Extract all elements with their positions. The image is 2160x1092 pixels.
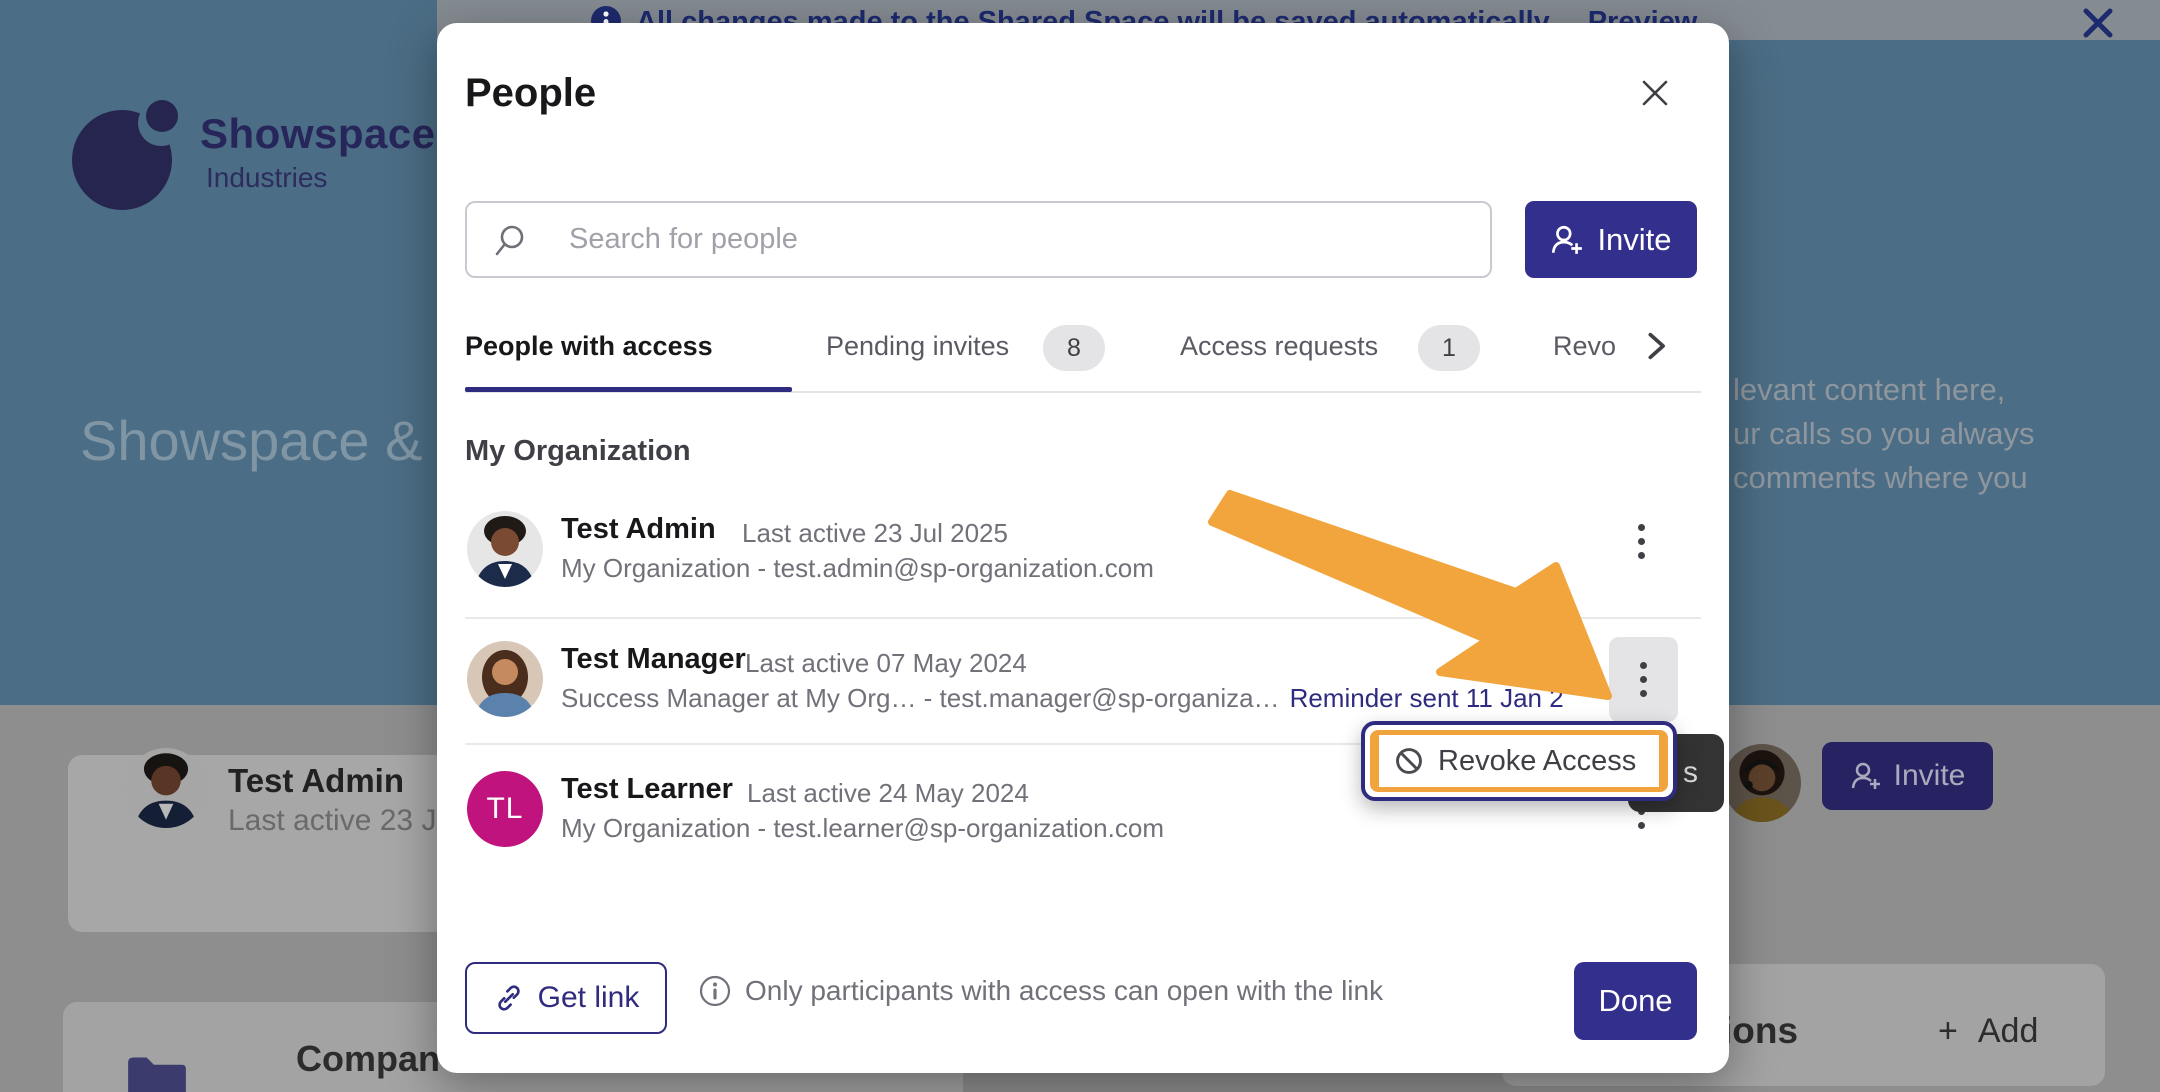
people-modal: People Invite People with access Pending… bbox=[437, 23, 1729, 1073]
info-icon bbox=[699, 975, 731, 1007]
modal-title: People bbox=[465, 71, 596, 116]
footer-note-text: Only participants with access can open w… bbox=[745, 975, 1383, 1007]
person-last-active: Last active 24 May 2024 bbox=[747, 778, 1029, 809]
get-link-button[interactable]: Get link bbox=[465, 962, 667, 1034]
plus-icon: + bbox=[1938, 1012, 1958, 1051]
person-name: Test Admin bbox=[561, 513, 716, 546]
access-requests-badge: 1 bbox=[1418, 325, 1480, 371]
invite-label: Invite bbox=[1597, 222, 1671, 258]
hero-description-fragment: levant content here, ur calls so you alw… bbox=[1733, 368, 2035, 500]
search-box bbox=[465, 201, 1492, 278]
avatar-test-manager bbox=[467, 641, 543, 717]
chevron-right-icon[interactable] bbox=[1639, 326, 1673, 371]
row-actions-menu: Revoke Access bbox=[1361, 721, 1677, 801]
avatar-initials: TL bbox=[486, 792, 523, 826]
person-detail: My Organization - test.admin@sp-organiza… bbox=[561, 553, 1154, 584]
person-detail-row: Success Manager at My Org… - test.manage… bbox=[561, 683, 1564, 714]
modal-close-icon[interactable] bbox=[1637, 75, 1673, 111]
search-icon bbox=[493, 223, 529, 259]
banner-close-icon[interactable] bbox=[2081, 7, 2115, 39]
invite-button[interactable]: Invite bbox=[1525, 201, 1697, 278]
get-link-label: Get link bbox=[538, 981, 640, 1015]
person-detail: My Organization - test.learner@sp-organi… bbox=[561, 813, 1164, 844]
reminder-sent-link[interactable]: Reminder sent 11 Jan 2 bbox=[1290, 683, 1564, 714]
revoke-access-label: Revoke Access bbox=[1438, 745, 1636, 778]
hero-heading: Showspace & bbox=[80, 408, 422, 473]
active-tab-underline bbox=[465, 387, 792, 392]
prohibition-icon bbox=[1393, 745, 1425, 777]
app-root: Showspace Industries Showspace & levant … bbox=[0, 0, 2160, 1092]
person-plus-icon bbox=[1550, 223, 1584, 257]
row-divider bbox=[465, 617, 1701, 619]
add-button[interactable]: + Add bbox=[1938, 1012, 2038, 1051]
kebab-menu-test-manager[interactable] bbox=[1609, 637, 1678, 722]
avatar-test-admin bbox=[467, 511, 543, 587]
background-invite-button[interactable]: Invite bbox=[1822, 742, 1993, 810]
background-admin-lastactive: Last active 23 Jul bbox=[228, 804, 460, 838]
pending-invites-badge: 8 bbox=[1043, 325, 1105, 371]
person-last-active: Last active 07 May 2024 bbox=[745, 648, 1027, 679]
person-name: Test Manager bbox=[561, 643, 746, 676]
tab-people-with-access[interactable]: People with access bbox=[465, 331, 713, 362]
done-button[interactable]: Done bbox=[1574, 962, 1697, 1040]
background-invite-label: Invite bbox=[1894, 759, 1966, 793]
person-plus-icon bbox=[1850, 760, 1882, 792]
avatar-test-learner: TL bbox=[467, 771, 543, 847]
background-admin-avatar bbox=[126, 748, 206, 828]
section-heading: My Organization bbox=[465, 435, 691, 468]
add-label: Add bbox=[1978, 1012, 2039, 1051]
footer-note: Only participants with access can open w… bbox=[699, 975, 1383, 1007]
background-participant-avatar bbox=[1723, 744, 1801, 822]
background-company-title: Compan bbox=[296, 1038, 440, 1080]
highlight-frame: Revoke Access bbox=[1370, 730, 1668, 792]
person-detail: Success Manager at My Org… - test.manage… bbox=[561, 683, 1280, 714]
person-name: Test Learner bbox=[561, 773, 733, 806]
hero-line-1: levant content here, bbox=[1733, 368, 2035, 412]
tab-access-requests[interactable]: Access requests bbox=[1180, 331, 1378, 362]
tab-revoked[interactable]: Revo bbox=[1553, 331, 1616, 362]
hero-line-2: ur calls so you always bbox=[1733, 412, 2035, 456]
logo-brand-name: Showspace bbox=[200, 110, 436, 158]
tab-pending-invites[interactable]: Pending invites bbox=[826, 331, 1009, 362]
search-input[interactable] bbox=[567, 203, 1467, 276]
folder-icon bbox=[124, 1050, 190, 1092]
link-icon bbox=[493, 982, 525, 1014]
background-admin-name: Test Admin bbox=[228, 762, 404, 800]
kebab-menu-test-admin[interactable] bbox=[1613, 503, 1669, 579]
showspace-logo-dot bbox=[146, 100, 178, 132]
done-label: Done bbox=[1598, 983, 1672, 1019]
background-sections-title-fragment: ions bbox=[1722, 1010, 1798, 1052]
hero-line-3: comments where you bbox=[1733, 456, 2035, 500]
person-last-active: Last active 23 Jul 2025 bbox=[742, 518, 1008, 549]
logo-brand-sub: Industries bbox=[206, 162, 327, 194]
revoke-access-menu-item[interactable]: Revoke Access bbox=[1379, 735, 1659, 787]
tooltip-fragment-text: s bbox=[1683, 756, 1698, 790]
